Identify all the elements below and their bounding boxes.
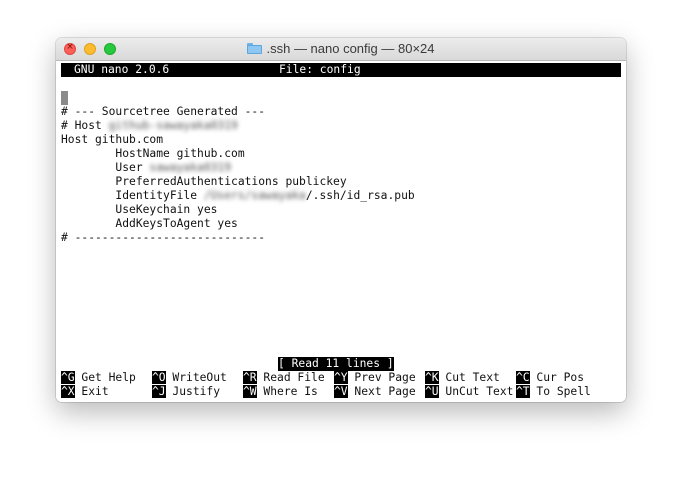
file-line-9: UseKeychain yes xyxy=(61,203,218,216)
terminal-content[interactable]: GNU nano 2.0.6 File: config # --- Sourcet… xyxy=(56,61,626,402)
shortcut-label: UnCut Text xyxy=(438,385,514,398)
file-line-8-prefix: IdentityFile xyxy=(61,189,204,202)
title-bar[interactable]: × .ssh — nano config — 80×24 xyxy=(56,38,626,61)
shortcut-get-help[interactable]: ^G Get Help xyxy=(61,371,136,385)
shortcut-key: ^T xyxy=(516,385,530,398)
shortcut-cur-pos[interactable]: ^C Cur Pos xyxy=(516,371,584,385)
file-line-6-prefix: User xyxy=(61,161,150,174)
file-line-8-suffix: /.ssh/id_rsa.pub xyxy=(305,189,415,202)
window-title: .ssh — nano config — 80×24 xyxy=(56,41,626,56)
shortcut-key: ^C xyxy=(516,371,530,384)
shortcut-to-spell[interactable]: ^T To Spell xyxy=(516,385,591,399)
folder-icon xyxy=(247,43,263,54)
file-line-8: IdentityFile /Users/sawayaka/.ssh/id_rsa… xyxy=(61,189,415,203)
shortcut-label: Cur Pos xyxy=(529,371,585,384)
shortcut-label: Read File xyxy=(256,371,325,384)
shortcut-next-page[interactable]: ^V Next Page xyxy=(334,385,416,399)
shortcut-uncut-text[interactable]: ^U UnCut Text xyxy=(425,385,513,399)
window-title-text: .ssh — nano config — 80×24 xyxy=(266,41,435,56)
nano-header-bar: GNU nano 2.0.6 File: config xyxy=(61,63,621,77)
text-cursor xyxy=(61,91,68,105)
shortcut-label: Prev Page xyxy=(347,371,416,384)
nano-version: GNU nano 2.0.6 xyxy=(74,63,170,76)
shortcut-justify[interactable]: ^J Justify xyxy=(152,385,220,399)
file-line-11: # ---------------------------- xyxy=(61,231,266,244)
file-line-3-prefix: # Host xyxy=(61,119,109,132)
shortcut-key: ^U xyxy=(425,385,439,398)
shortcut-key: ^W xyxy=(243,385,257,398)
file-line-4: Host github.com xyxy=(61,133,164,146)
file-line-5: HostName github.com xyxy=(61,147,245,160)
file-line-2: # --- Sourcetree Generated --- xyxy=(61,105,266,118)
redacted-user: sawayaka0319 xyxy=(149,161,232,174)
shortcut-exit[interactable]: ^X Exit xyxy=(61,385,109,399)
shortcut-writeout[interactable]: ^O WriteOut xyxy=(152,371,227,385)
shortcut-where-is[interactable]: ^W Where Is xyxy=(243,385,318,399)
shortcut-read-file[interactable]: ^R Read File xyxy=(243,371,325,385)
shortcut-label: Next Page xyxy=(347,385,416,398)
redacted-home-path: /Users/sawayaka xyxy=(203,189,306,202)
shortcut-key: ^R xyxy=(243,371,257,384)
shortcut-label: Get Help xyxy=(74,371,136,384)
terminal-window[interactable]: × .ssh — nano config — 80×24 GNU nano 2.… xyxy=(56,38,626,402)
shortcut-key: ^Y xyxy=(334,371,348,384)
shortcut-key: ^V xyxy=(334,385,348,398)
shortcut-key: ^J xyxy=(152,385,166,398)
shortcut-label: Exit xyxy=(74,385,109,398)
shortcut-key: ^X xyxy=(61,385,75,398)
shortcut-key: ^K xyxy=(425,371,439,384)
redacted-host-alias: github-sawayaka0319 xyxy=(108,119,238,132)
nano-status-message: [ Read 11 lines ] xyxy=(278,357,394,371)
shortcut-label: Justify xyxy=(165,385,221,398)
shortcut-label: Where Is xyxy=(256,385,318,398)
file-line-7: PreferredAuthentications publickey xyxy=(61,175,347,188)
shortcut-label: To Spell xyxy=(529,385,591,398)
file-line-3: # Host github-sawayaka0319 xyxy=(61,119,238,133)
shortcut-key: ^O xyxy=(152,371,166,384)
file-line-6: User sawayaka0319 xyxy=(61,161,231,175)
shortcut-label: WriteOut xyxy=(165,371,227,384)
nano-file-label: File: config xyxy=(279,63,361,76)
shortcut-cut-text[interactable]: ^K Cut Text xyxy=(425,371,500,385)
shortcut-label: Cut Text xyxy=(438,371,500,384)
shortcut-key: ^G xyxy=(61,371,75,384)
file-line-10: AddKeysToAgent yes xyxy=(61,217,238,230)
shortcut-prev-page[interactable]: ^Y Prev Page xyxy=(334,371,416,385)
